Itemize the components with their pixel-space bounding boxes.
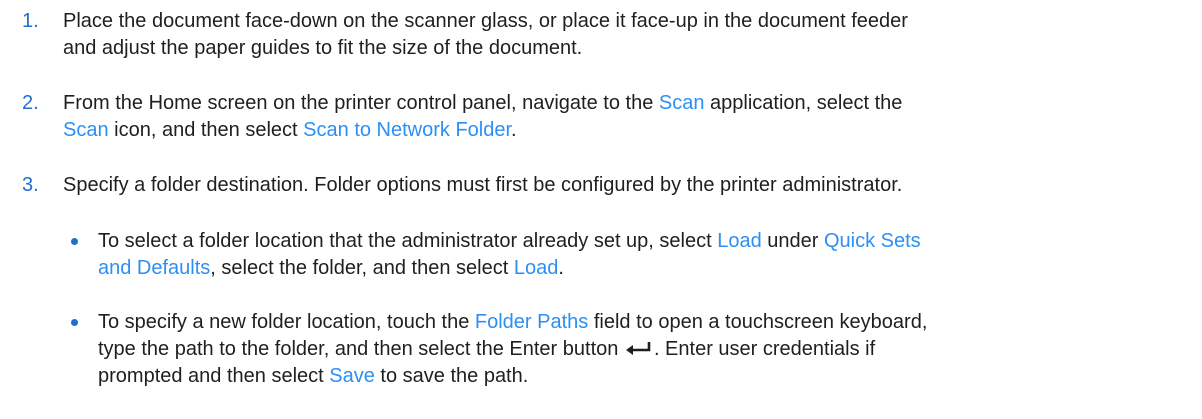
bullet-text: To select a folder location that the adm…	[98, 228, 1188, 282]
text-segment: From the Home screen on the printer cont…	[63, 92, 659, 114]
quick-sets-link[interactable]: Quick Sets	[824, 230, 921, 252]
text-segment: icon, and then select	[108, 119, 304, 141]
step-line: Place the document face-down on the scan…	[63, 10, 908, 32]
text-segment: , select the folder, and then select	[210, 257, 514, 279]
text-segment: prompted and then select	[98, 365, 330, 387]
text-segment: field to open a touchscreen keyboard,	[588, 311, 928, 333]
scan-to-network-folder-link[interactable]: Scan to Network Folder	[303, 119, 511, 141]
step-number: 1.	[22, 10, 39, 32]
enter-key-icon	[625, 342, 651, 355]
step-number: 2.	[22, 92, 39, 114]
bullet-line: type the path to the folder, and then se…	[98, 336, 1188, 363]
step-text: Specify a folder destination. Folder opt…	[63, 172, 1193, 199]
step-line: Scan icon, and then select Scan to Netwo…	[63, 117, 1193, 144]
bullet-line: To select a folder location that the adm…	[98, 228, 1188, 255]
text-segment: to save the path.	[374, 365, 529, 387]
text-segment: under	[761, 230, 824, 252]
quick-sets-and-defaults-link[interactable]: and Defaults	[98, 257, 210, 279]
bullet-line: and Defaults, select the folder, and the…	[98, 255, 1188, 282]
text-segment: type the path to the folder, and then se…	[98, 338, 624, 360]
folder-paths-link[interactable]: Folder Paths	[475, 311, 588, 333]
load-link[interactable]: Load	[717, 230, 762, 252]
text-segment: .	[511, 119, 517, 141]
text-segment: .	[558, 257, 564, 279]
bullet-dot-icon	[71, 238, 78, 245]
step-number: 3.	[22, 174, 39, 196]
text-segment: To select a folder location that the adm…	[98, 230, 718, 252]
text-segment: . Enter user credentials if	[653, 338, 876, 360]
step-text: Place the document face-down on the scan…	[63, 8, 1193, 62]
save-link[interactable]: Save	[329, 365, 375, 387]
bullet-text: To specify a new folder location, touch …	[98, 309, 1188, 390]
step-line: From the Home screen on the printer cont…	[63, 90, 1193, 117]
step-line: and adjust the paper guides to fit the s…	[63, 37, 583, 59]
step-text: From the Home screen on the printer cont…	[63, 90, 1193, 144]
scan-icon-link[interactable]: Scan	[63, 119, 109, 141]
scan-app-link[interactable]: Scan	[659, 92, 705, 114]
load-link[interactable]: Load	[514, 257, 559, 279]
text-segment: To specify a new folder location, touch …	[98, 311, 475, 333]
bullet-line: prompted and then select Save to save th…	[98, 363, 1188, 390]
instructions-page: 1. Place the document face-down on the s…	[0, 0, 1202, 419]
step-line: Specify a folder destination. Folder opt…	[63, 174, 903, 196]
bullet-line: To specify a new folder location, touch …	[98, 309, 1188, 336]
bullet-dot-icon	[71, 319, 78, 326]
text-segment: application, select the	[704, 92, 903, 114]
